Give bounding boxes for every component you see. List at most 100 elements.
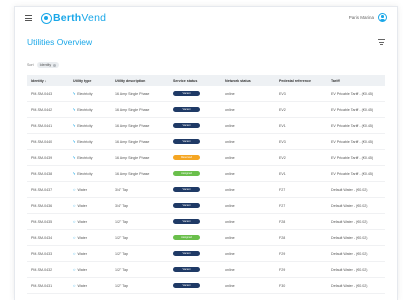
cell-service-status: Vacant xyxy=(169,107,221,112)
cell-service-status: Vacant xyxy=(169,219,221,224)
utility-type-label: Water xyxy=(77,252,87,256)
table-row[interactable]: PM-SM-0431 ○ Water 1/2" Tap Vacant online F30 D… xyxy=(27,278,385,294)
status-badge: Vacant xyxy=(173,123,200,128)
cell-identity: PM-SM-0431 xyxy=(31,283,53,288)
utility-type-label: Electricity xyxy=(77,172,93,176)
cell-network-status: online xyxy=(225,251,235,256)
cell-tariff: EV Pricable Tariff - (€0.45) xyxy=(331,107,374,112)
top-bar: BerthVend Paris Marina xyxy=(15,7,397,29)
cell-service-status: Reserved xyxy=(169,155,221,160)
utility-type-label: Electricity xyxy=(77,156,93,160)
cell-network-status: online xyxy=(225,219,235,224)
cell-tariff: Default Water - (€0.02) xyxy=(331,251,368,256)
cell-service-status: Vacant xyxy=(169,187,221,192)
cell-service-status: Vacant xyxy=(169,283,221,288)
cell-network-status: online xyxy=(225,203,235,208)
status-badge: Reserved xyxy=(173,155,200,160)
app-logo[interactable]: BerthVend xyxy=(41,12,106,24)
status-badge: Vacant xyxy=(173,251,200,256)
cell-identity: PM-SM-0435 xyxy=(31,219,53,224)
cell-network-status: online xyxy=(225,123,235,128)
table-row[interactable]: PM-SM-0440 ϟ Electricity 16 Amp Single Phas… xyxy=(27,134,385,150)
cell-service-status: Vacant xyxy=(169,267,221,272)
cell-network-status: online xyxy=(225,139,235,144)
table-row[interactable]: PM-SM-0436 ○ Water 3/4" Tap Vacant online F27 D… xyxy=(27,198,385,214)
cell-utility-description: 3/4" Tap xyxy=(115,203,128,208)
header-pedestal-reference[interactable]: Pedestal reference xyxy=(275,79,327,83)
droplet-icon: ○ xyxy=(73,251,76,256)
cell-network-status: online xyxy=(225,155,235,160)
header-utility-description[interactable]: Utility description xyxy=(111,79,169,83)
table-row[interactable]: PM-SM-0432 ○ Water 1/2" Tap Vacant online F29 D… xyxy=(27,262,385,278)
cell-pedestal-reference: F27 xyxy=(279,187,286,192)
table-row[interactable]: PM-SM-0438 ϟ Electricity 16 Amp Single Phas… xyxy=(27,166,385,182)
cell-utility-description: 1/2" Tap xyxy=(115,267,128,272)
cell-network-status: online xyxy=(225,283,235,288)
droplet-icon: ○ xyxy=(73,235,76,240)
table-row[interactable]: PM-SM-0442 ϟ Electricity 16 Amp Single Phas… xyxy=(27,102,385,118)
cell-identity: PM-SM-0438 xyxy=(31,171,53,176)
cell-utility-description: 16 Amp Single Phase xyxy=(115,139,150,144)
cell-identity: PM-SM-0433 xyxy=(31,251,53,256)
bolt-icon: ϟ xyxy=(73,155,76,160)
cell-utility-description: 1/2" Tap xyxy=(115,251,128,256)
table-body: PM-SM-0443 ϟ Electricity 16 Amp Single Phas… xyxy=(27,86,385,294)
utility-type-label: Water xyxy=(77,284,87,288)
table-row[interactable]: PM-SM-0439 ϟ Electricity 16 Amp Single Phas… xyxy=(27,150,385,166)
utility-type-label: Water xyxy=(77,220,87,224)
header-utility-type[interactable]: Utility type xyxy=(69,79,111,83)
table-row[interactable]: PM-SM-0441 ϟ Electricity 16 Amp Single Phas… xyxy=(27,118,385,134)
table-row[interactable]: PM-SM-0434 ○ Water 1/2" Tap Assigned online F2… xyxy=(27,230,385,246)
filter-icon[interactable] xyxy=(378,39,385,45)
cell-tariff: EV Pricable Tariff - (€0.45) xyxy=(331,123,374,128)
cell-utility-type: ϟ Electricity xyxy=(69,123,111,128)
cell-identity: PM-SM-0434 xyxy=(31,235,53,240)
cell-utility-type: ○ Water xyxy=(69,187,111,192)
cell-tariff: Default Water - (€0.02) xyxy=(331,219,368,224)
utility-type-label: Water xyxy=(77,268,87,272)
cell-tariff: Default Water - (€0.02) xyxy=(331,203,368,208)
droplet-icon: ○ xyxy=(73,203,76,208)
header-tariff[interactable]: Tariff xyxy=(327,79,385,83)
cell-pedestal-reference: F29 xyxy=(279,251,286,256)
cell-pedestal-reference: F28 xyxy=(279,219,286,224)
cell-network-status: online xyxy=(225,171,235,176)
droplet-icon: ○ xyxy=(73,267,76,272)
cell-utility-type: ϟ Electricity xyxy=(69,107,111,112)
sort-chip[interactable]: Identity xyxy=(36,62,60,68)
cell-network-status: online xyxy=(225,107,235,112)
utility-type-label: Electricity xyxy=(77,108,93,112)
table-row[interactable]: PM-SM-0433 ○ Water 1/2" Tap Vacant online F29 D… xyxy=(27,246,385,262)
status-badge: Assigned xyxy=(173,171,200,176)
table-row[interactable]: PM-SM-0435 ○ Water 1/2" Tap Vacant online F28 D… xyxy=(27,214,385,230)
status-badge: Vacant xyxy=(173,91,200,96)
status-badge: Vacant xyxy=(173,139,200,144)
header-network-status[interactable]: Network status xyxy=(221,79,275,83)
cell-tariff: Default Water - (€0.02) xyxy=(331,187,368,192)
droplet-icon: ○ xyxy=(73,283,76,288)
cell-identity: PM-SM-0436 xyxy=(31,203,53,208)
table-header: Identity ↓ Utility type Utility descriptio… xyxy=(27,75,385,86)
table-row[interactable]: PM-SM-0443 ϟ Electricity 16 Amp Single Phas… xyxy=(27,86,385,102)
user-menu[interactable]: Paris Marina xyxy=(349,13,387,22)
hamburger-menu-icon[interactable] xyxy=(25,15,32,21)
cell-utility-description: 3/4" Tap xyxy=(115,187,128,192)
cell-service-status: Vacant xyxy=(169,251,221,256)
cell-utility-type: ○ Water xyxy=(69,283,111,288)
header-identity[interactable]: Identity ↓ xyxy=(27,79,69,83)
header-service-status[interactable]: Service status xyxy=(169,79,221,83)
cell-tariff: Default Water - (€0.02) xyxy=(331,267,368,272)
cell-tariff: EV Pricable Tariff - (€0.45) xyxy=(331,139,374,144)
cell-pedestal-reference: EV2 xyxy=(279,155,286,160)
status-badge: Vacant xyxy=(173,107,200,112)
remove-sort-icon[interactable] xyxy=(53,63,57,67)
cell-identity: PM-SM-0442 xyxy=(31,107,53,112)
cell-identity: PM-SM-0432 xyxy=(31,267,53,272)
table-row[interactable]: PM-SM-0437 ○ Water 3/4" Tap Vacant online F27 D… xyxy=(27,182,385,198)
cell-tariff: Default Water - (€0.02) xyxy=(331,283,368,288)
cell-utility-type: ϟ Electricity xyxy=(69,91,111,96)
utility-type-label: Electricity xyxy=(77,140,93,144)
bolt-icon: ϟ xyxy=(73,123,76,128)
cell-network-status: online xyxy=(225,187,235,192)
utility-type-label: Water xyxy=(77,188,87,192)
